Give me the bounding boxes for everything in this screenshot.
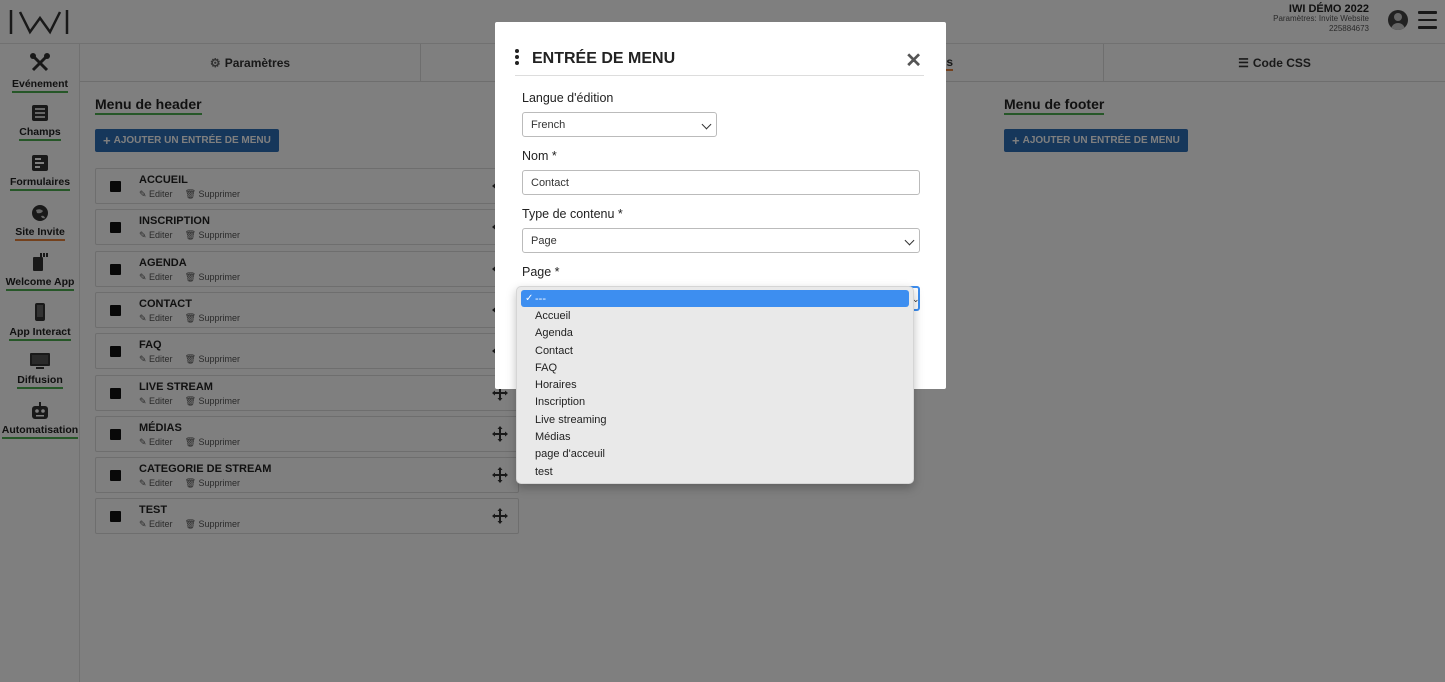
dropdown-option[interactable]: Horaires: [517, 376, 913, 393]
language-label: Langue d'édition: [522, 91, 614, 105]
option-label: Agenda: [535, 327, 573, 340]
name-field[interactable]: Contact: [522, 170, 920, 195]
option-label: test: [535, 465, 553, 478]
name-value: Contact: [531, 176, 569, 189]
chevron-down-icon: [904, 235, 915, 246]
page-dropdown-list: ✓ --- Accueil Agenda Contact FAQ Horaires Ins…: [516, 286, 914, 484]
content-type-label: Type de contenu *: [522, 207, 623, 221]
modal-title: ENTRÉE DE MENU: [532, 50, 676, 67]
option-label: Contact: [535, 344, 573, 357]
dropdown-option[interactable]: FAQ: [517, 359, 913, 376]
language-value: French: [531, 118, 566, 131]
chevron-down-icon: [701, 119, 712, 130]
dropdown-option[interactable]: Agenda: [517, 325, 913, 342]
dropdown-option[interactable]: Inscription: [517, 394, 913, 411]
checkmark-icon: ✓: [525, 293, 534, 305]
dropdown-option[interactable]: Accueil: [517, 307, 913, 324]
dropdown-option[interactable]: page d'acceuil: [517, 446, 913, 463]
content-type-value: Page: [531, 234, 557, 247]
drag-dots-icon: [515, 49, 521, 67]
language-select[interactable]: French: [522, 112, 717, 137]
dropdown-option[interactable]: Médias: [517, 428, 913, 445]
name-label: Nom *: [522, 149, 557, 163]
option-label: Live streaming: [535, 413, 607, 426]
dropdown-option[interactable]: Contact: [517, 342, 913, 359]
dropdown-option[interactable]: test: [517, 463, 913, 480]
dropdown-option-selected[interactable]: ✓ ---: [521, 290, 909, 308]
option-label: Accueil: [535, 309, 571, 322]
modal-header: ENTRÉE DE MENU ✕: [515, 47, 924, 76]
option-label: FAQ: [535, 361, 558, 374]
page-label: Page *: [522, 265, 560, 279]
option-label: ---: [535, 292, 546, 305]
option-label: page d'acceuil: [535, 448, 605, 461]
option-label: Médias: [535, 431, 571, 444]
option-label: Horaires: [535, 379, 577, 392]
content-type-select[interactable]: Page: [522, 228, 920, 253]
option-label: Inscription: [535, 396, 586, 409]
dropdown-option[interactable]: Live streaming: [517, 411, 913, 428]
close-icon[interactable]: ✕: [905, 51, 922, 71]
